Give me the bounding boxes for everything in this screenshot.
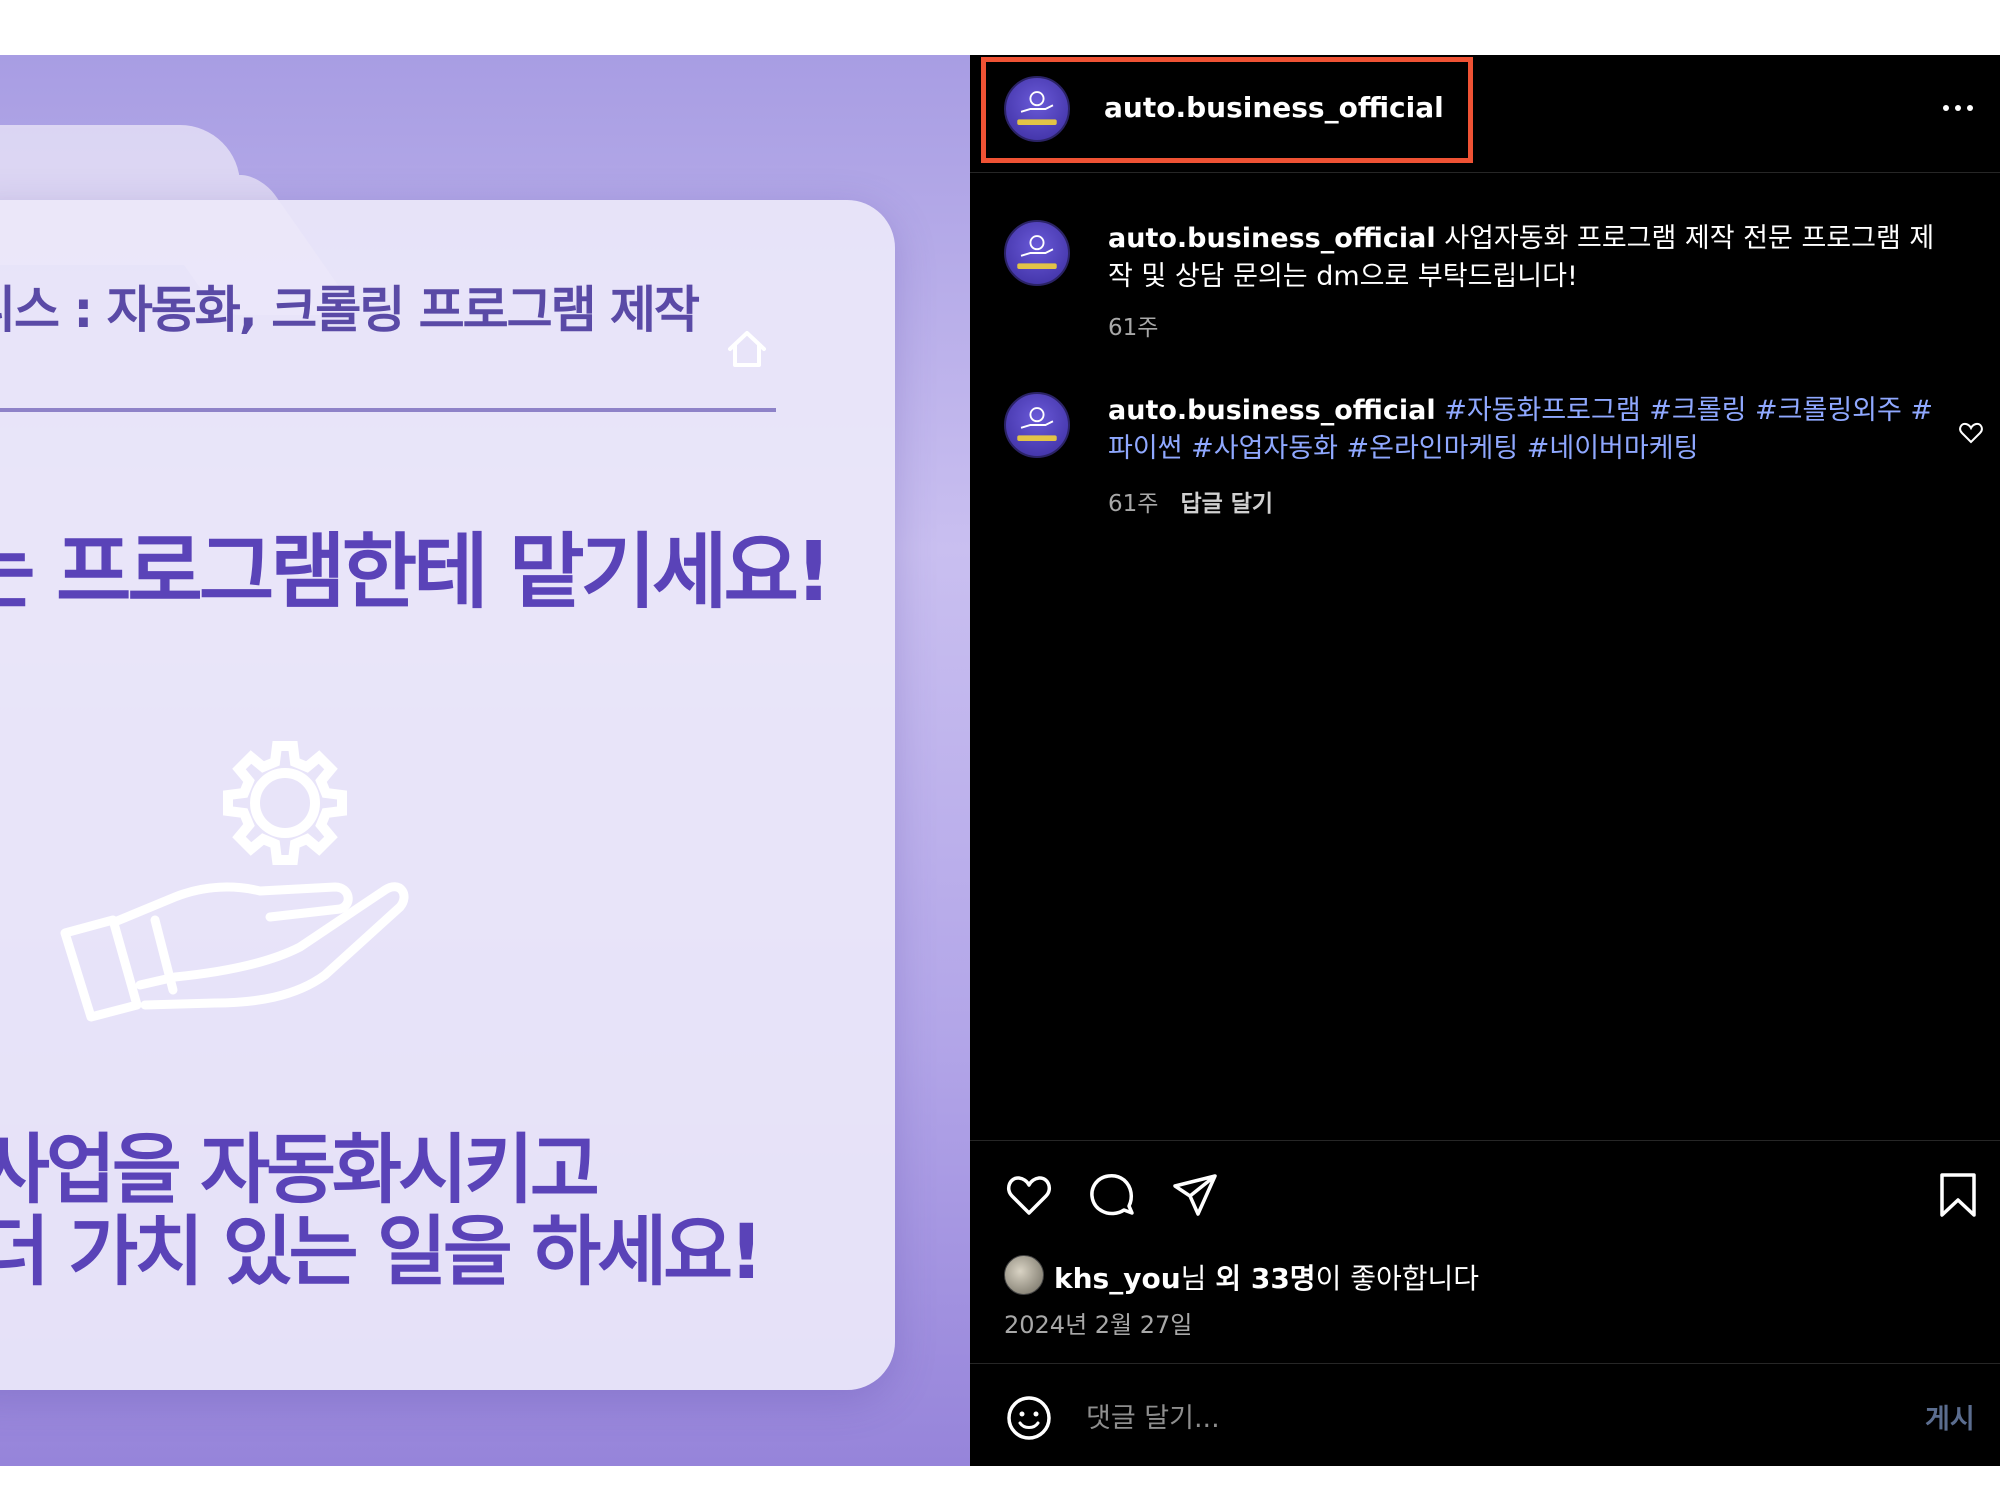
- image-slogan-line2: 더 가치 있는 일을 하세요!: [0, 1207, 764, 1296]
- post-header: auto.business_official: [970, 55, 2000, 173]
- comment-input[interactable]: [1086, 1395, 1866, 1441]
- liker-avatar[interactable]: [1004, 1255, 1044, 1295]
- like-icon[interactable]: [1004, 1170, 1054, 1220]
- comment-icon[interactable]: [1087, 1170, 1137, 1220]
- comment-divider: [970, 1363, 2000, 1364]
- share-icon[interactable]: [1170, 1170, 1220, 1220]
- image-card-title: 니스 : 자동화, 크롤링 프로그램 제작: [0, 281, 700, 339]
- highlight-annotation: [981, 57, 1473, 163]
- likes-suffix: 님: [1180, 1262, 1216, 1295]
- comment-username[interactable]: auto.business_official: [1108, 395, 1436, 426]
- caption-comment: auto.business_official 사업자동화 프로그램 제작 전문 …: [970, 220, 2000, 341]
- actions-divider: [970, 1140, 2000, 1141]
- logo-icon: [1017, 235, 1057, 269]
- top-margin: [0, 0, 2000, 55]
- likes-summary[interactable]: khs_you님 외 33명이 좋아합니다: [1054, 1257, 1479, 1297]
- emoji-icon[interactable]: [1004, 1393, 1054, 1443]
- post-comment-button[interactable]: 게시: [1925, 1397, 1975, 1436]
- image-headline: 는 프로그램한테 맡기세요!: [0, 525, 832, 620]
- comment-username[interactable]: auto.business_official: [1108, 223, 1436, 254]
- comment-like-icon[interactable]: [1958, 420, 1984, 446]
- comment-time[interactable]: 61주: [1108, 491, 1158, 517]
- hashtag-comment: auto.business_official #자동화프로그램 #크롤링 #크롤…: [970, 392, 2000, 517]
- gear-hand-icon: [60, 741, 409, 1022]
- bottom-margin: [0, 1466, 2000, 1500]
- comment-time[interactable]: 61주: [1108, 315, 1158, 341]
- bookmark-icon[interactable]: [1933, 1170, 1983, 1220]
- likes-suffix2: 이 좋아합니다: [1315, 1262, 1480, 1295]
- comment-meta: 61주 답글 달기: [1108, 484, 1273, 518]
- reply-button[interactable]: 답글 달기: [1180, 491, 1273, 517]
- comment-meta: 61주: [1108, 308, 1158, 342]
- commenter-avatar[interactable]: [1004, 220, 1070, 286]
- liker-username[interactable]: khs_you: [1054, 1262, 1181, 1295]
- home-icon: [728, 331, 766, 367]
- likes-count[interactable]: 외 33명: [1215, 1262, 1315, 1295]
- commenter-avatar[interactable]: [1004, 392, 1070, 458]
- title-divider: [0, 408, 776, 412]
- more-options-icon[interactable]: [1938, 93, 1978, 123]
- post-date[interactable]: 2024년 2월 27일: [1004, 1305, 1192, 1340]
- post-detail-panel: auto.business_official auto.business_off…: [970, 55, 2000, 1466]
- post-image: 니스 : 자동화, 크롤링 프로그램 제작 는 프로그램한테 맡기세요! 사업을…: [0, 55, 970, 1466]
- caption-text: auto.business_official 사업자동화 프로그램 제작 전문 …: [1108, 220, 1938, 296]
- logo-icon: [1017, 407, 1057, 441]
- hashtag-text: auto.business_official #자동화프로그램 #크롤링 #크롤…: [1108, 392, 1938, 468]
